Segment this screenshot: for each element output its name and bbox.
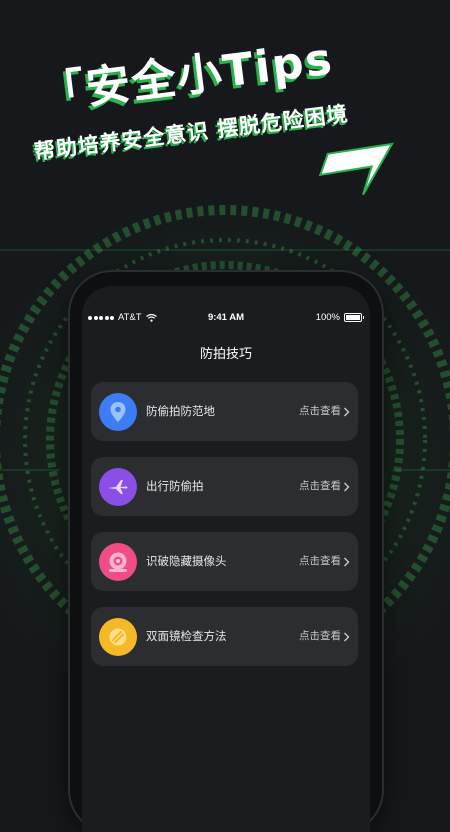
view-link[interactable]: 点击查看 [299, 532, 350, 591]
chevron-right-icon [344, 557, 350, 566]
page-title: 防拍技巧 [199, 347, 252, 362]
airplane-icon [99, 468, 137, 506]
mirror-icon [99, 618, 137, 656]
view-link[interactable]: 点击查看 [299, 607, 350, 666]
chevron-right-icon [344, 632, 350, 641]
view-link[interactable]: 点击查看 [299, 382, 350, 441]
tip-card-hidden-camera[interactable]: 识破隐藏摄像头 点击查看 [91, 532, 358, 591]
tip-card-label: 防偷拍防范地 [146, 404, 215, 418]
view-link-label: 点击查看 [299, 555, 341, 567]
view-link-label: 点击查看 [299, 630, 341, 642]
view-link-label: 点击查看 [299, 480, 341, 492]
location-pin-icon [99, 393, 137, 431]
camera-lens-icon [99, 543, 137, 581]
phone-mockup: AT&T 9:41 AM 100% 防拍技巧 防偷拍防范地 点击查看 出行防偷拍… [70, 272, 382, 832]
status-right: 100% [315, 312, 364, 323]
tip-card-travel-anti-spy[interactable]: 出行防偷拍 点击查看 [91, 457, 358, 516]
tip-card-label: 出行防偷拍 [146, 479, 204, 493]
tip-card-anti-spy-places[interactable]: 防偷拍防范地 点击查看 [91, 382, 358, 441]
view-link-label: 点击查看 [299, 405, 341, 417]
chevron-right-icon [344, 482, 350, 491]
tip-card-two-way-mirror[interactable]: 双面镜检查方法 点击查看 [91, 607, 358, 666]
battery-percent: 100% [315, 312, 340, 323]
tip-card-label: 识破隐藏摄像头 [146, 554, 227, 568]
promo-headline: 「安全小Tips 帮助培养安全意识 摆脱危险困境 [33, 33, 424, 164]
status-bar: AT&T 9:41 AM 100% [82, 312, 370, 328]
view-link[interactable]: 点击查看 [299, 457, 350, 516]
battery-icon [344, 313, 364, 322]
chevron-right-icon [344, 407, 350, 416]
tip-card-label: 双面镜检查方法 [146, 629, 227, 643]
phone-screen: AT&T 9:41 AM 100% 防拍技巧 防偷拍防范地 点击查看 出行防偷拍… [82, 286, 370, 832]
